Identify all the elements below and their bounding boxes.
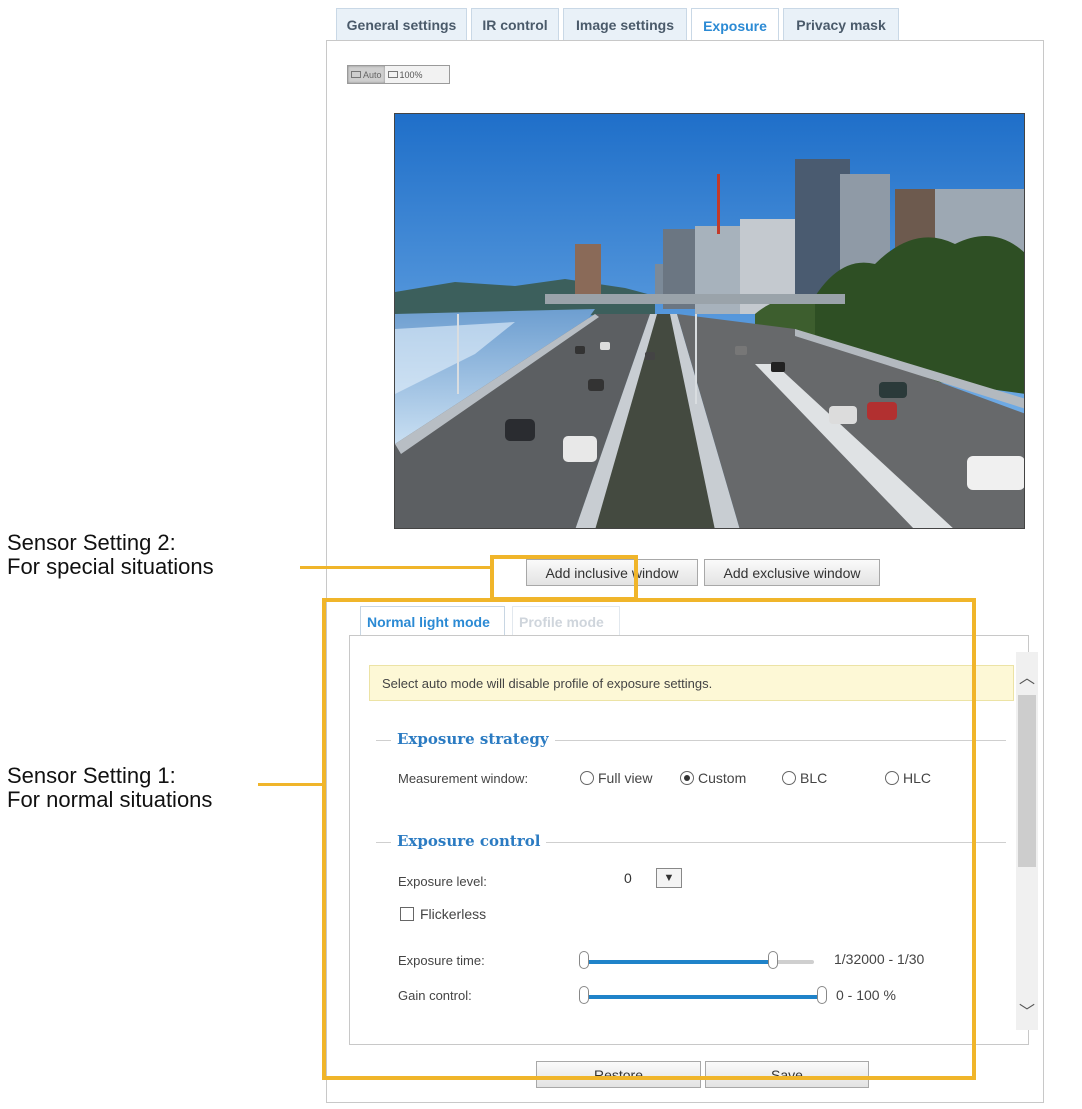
annotation-sensor-1-title: Sensor Setting 1: xyxy=(7,763,176,788)
city-highway-scene xyxy=(395,114,1024,528)
actual-size-icon xyxy=(387,71,398,78)
tab-image-settings[interactable]: Image settings xyxy=(563,8,687,41)
annotation-sensor-2: Sensor Setting 2: For special situations xyxy=(7,531,214,579)
add-exclusive-window-button[interactable]: Add exclusive window xyxy=(704,559,880,586)
settings-tabs: General settings IR control Image settin… xyxy=(336,8,899,42)
scroll-down-icon[interactable]: ﹀ xyxy=(1017,1000,1037,1021)
view-100-button[interactable]: 100% xyxy=(385,66,426,83)
tab-ir-control[interactable]: IR control xyxy=(471,8,559,41)
tab-general-settings[interactable]: General settings xyxy=(336,8,467,41)
annotation-highlight-2 xyxy=(490,555,638,601)
view-auto-label: Auto xyxy=(363,69,382,80)
scrollbar-thumb[interactable] xyxy=(1018,695,1036,867)
view-size-toggle: Auto 100% xyxy=(347,65,450,84)
annotation-sensor-1: Sensor Setting 1: For normal situations xyxy=(7,764,212,812)
tab-exposure[interactable]: Exposure xyxy=(691,8,779,42)
view-100-label: 100% xyxy=(399,69,423,80)
annotation-highlight-1 xyxy=(322,598,976,1080)
tab-privacy-mask[interactable]: Privacy mask xyxy=(783,8,899,41)
annotation-connector-1 xyxy=(258,783,324,786)
annotation-connector-2 xyxy=(300,566,490,569)
camera-live-view[interactable] xyxy=(394,113,1025,529)
view-auto-button[interactable]: Auto xyxy=(348,66,385,83)
annotation-sensor-1-desc: For normal situations xyxy=(7,787,213,812)
scroll-up-icon[interactable]: ︿ xyxy=(1017,666,1037,687)
annotation-sensor-2-title: Sensor Setting 2: xyxy=(7,530,176,555)
annotation-sensor-2-desc: For special situations xyxy=(7,554,214,579)
fit-icon xyxy=(351,71,361,78)
